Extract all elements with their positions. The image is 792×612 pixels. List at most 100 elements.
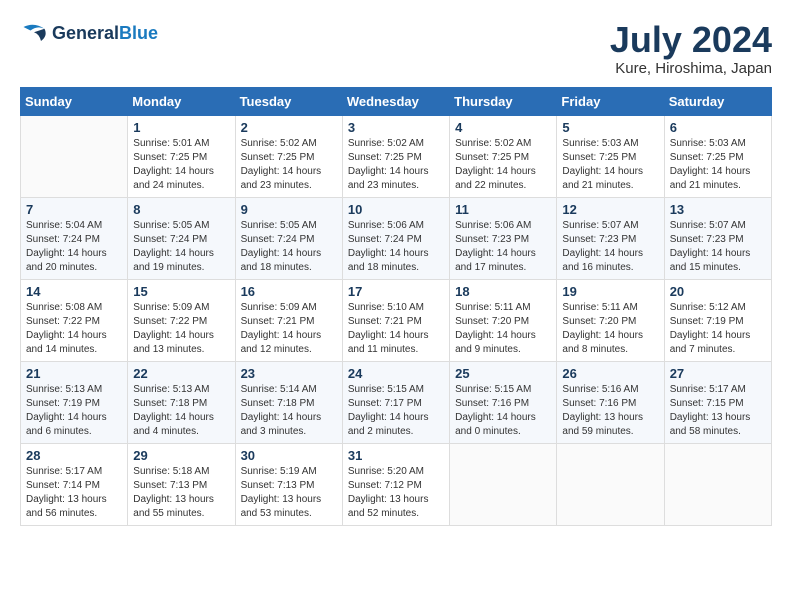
day-info: Sunrise: 5:03 AMSunset: 7:25 PMDaylight:…	[670, 137, 766, 193]
day-number: 31	[348, 448, 444, 463]
header-day-thursday: Thursday	[450, 87, 557, 115]
day-info: Sunrise: 5:01 AMSunset: 7:25 PMDaylight:…	[133, 137, 229, 193]
day-info: Sunrise: 5:11 AMSunset: 7:20 PMDaylight:…	[455, 301, 551, 357]
title-block: July 2024 Kure, Hiroshima, Japan	[610, 20, 772, 77]
header-row: SundayMondayTuesdayWednesdayThursdayFrid…	[21, 87, 772, 115]
day-info: Sunrise: 5:02 AMSunset: 7:25 PMDaylight:…	[455, 137, 551, 193]
day-info: Sunrise: 5:18 AMSunset: 7:13 PMDaylight:…	[133, 465, 229, 521]
day-number: 15	[133, 284, 229, 299]
day-cell: 4 Sunrise: 5:02 AMSunset: 7:25 PMDaylight…	[450, 115, 557, 197]
day-cell: 6 Sunrise: 5:03 AMSunset: 7:25 PMDaylight…	[664, 115, 771, 197]
day-cell	[664, 443, 771, 525]
day-number: 13	[670, 202, 766, 217]
logo: GeneralBlue	[20, 20, 158, 48]
header-day-monday: Monday	[128, 87, 235, 115]
day-number: 6	[670, 120, 766, 135]
day-number: 26	[562, 366, 658, 381]
logo-text: GeneralBlue	[52, 24, 158, 44]
day-number: 25	[455, 366, 551, 381]
day-number: 9	[241, 202, 337, 217]
day-cell: 31 Sunrise: 5:20 AMSunset: 7:12 PMDayligh…	[342, 443, 449, 525]
day-number: 30	[241, 448, 337, 463]
calendar-table: SundayMondayTuesdayWednesdayThursdayFrid…	[20, 87, 772, 526]
day-cell	[557, 443, 664, 525]
day-cell: 12Sunrise: 5:07 AMSunset: 7:23 PMDayligh…	[557, 197, 664, 279]
day-cell: 17Sunrise: 5:10 AMSunset: 7:21 PMDayligh…	[342, 279, 449, 361]
location: Kure, Hiroshima, Japan	[610, 60, 772, 77]
day-info: Sunrise: 5:12 AMSunset: 7:19 PMDaylight:…	[670, 301, 766, 357]
day-info: Sunrise: 5:06 AMSunset: 7:24 PMDaylight:…	[348, 219, 444, 275]
day-cell: 5 Sunrise: 5:03 AMSunset: 7:25 PMDaylight…	[557, 115, 664, 197]
day-number: 22	[133, 366, 229, 381]
day-info: Sunrise: 5:16 AMSunset: 7:16 PMDaylight:…	[562, 383, 658, 439]
header-day-wednesday: Wednesday	[342, 87, 449, 115]
logo-line1: GeneralBlue	[52, 24, 158, 44]
day-cell: 18 Sunrise: 5:11 AMSunset: 7:20 PMDayligh…	[450, 279, 557, 361]
week-row-1: 1Sunrise: 5:01 AMSunset: 7:25 PMDaylight…	[21, 115, 772, 197]
day-info: Sunrise: 5:11 AMSunset: 7:20 PMDaylight:…	[562, 301, 658, 357]
day-number: 5	[562, 120, 658, 135]
day-number: 18	[455, 284, 551, 299]
day-number: 21	[26, 366, 122, 381]
calendar-body: 1Sunrise: 5:01 AMSunset: 7:25 PMDaylight…	[21, 115, 772, 525]
day-info: Sunrise: 5:02 AMSunset: 7:25 PMDaylight:…	[348, 137, 444, 193]
day-number: 19	[562, 284, 658, 299]
week-row-3: 14Sunrise: 5:08 AMSunset: 7:22 PMDayligh…	[21, 279, 772, 361]
day-info: Sunrise: 5:19 AMSunset: 7:13 PMDaylight:…	[241, 465, 337, 521]
day-cell: 27Sunrise: 5:17 AMSunset: 7:15 PMDayligh…	[664, 361, 771, 443]
day-info: Sunrise: 5:09 AMSunset: 7:22 PMDaylight:…	[133, 301, 229, 357]
day-number: 4	[455, 120, 551, 135]
page-header: GeneralBlue July 2024 Kure, Hiroshima, J…	[20, 20, 772, 77]
day-number: 11	[455, 202, 551, 217]
header-day-saturday: Saturday	[664, 87, 771, 115]
day-info: Sunrise: 5:03 AMSunset: 7:25 PMDaylight:…	[562, 137, 658, 193]
logo-icon	[20, 20, 48, 48]
day-info: Sunrise: 5:07 AMSunset: 7:23 PMDaylight:…	[562, 219, 658, 275]
day-number: 7	[26, 202, 122, 217]
day-cell: 30 Sunrise: 5:19 AMSunset: 7:13 PMDayligh…	[235, 443, 342, 525]
day-cell: 15 Sunrise: 5:09 AMSunset: 7:22 PMDayligh…	[128, 279, 235, 361]
day-cell	[450, 443, 557, 525]
day-info: Sunrise: 5:05 AMSunset: 7:24 PMDaylight:…	[241, 219, 337, 275]
day-number: 24	[348, 366, 444, 381]
day-number: 23	[241, 366, 337, 381]
day-cell: 20 Sunrise: 5:12 AMSunset: 7:19 PMDayligh…	[664, 279, 771, 361]
day-cell: 8 Sunrise: 5:05 AMSunset: 7:24 PMDaylight…	[128, 197, 235, 279]
week-row-5: 28 Sunrise: 5:17 AMSunset: 7:14 PMDayligh…	[21, 443, 772, 525]
day-number: 8	[133, 202, 229, 217]
day-number: 28	[26, 448, 122, 463]
day-cell: 29 Sunrise: 5:18 AMSunset: 7:13 PMDayligh…	[128, 443, 235, 525]
day-cell: 14Sunrise: 5:08 AMSunset: 7:22 PMDayligh…	[21, 279, 128, 361]
day-number: 20	[670, 284, 766, 299]
day-cell: 9 Sunrise: 5:05 AMSunset: 7:24 PMDaylight…	[235, 197, 342, 279]
day-info: Sunrise: 5:04 AMSunset: 7:24 PMDaylight:…	[26, 219, 122, 275]
day-info: Sunrise: 5:05 AMSunset: 7:24 PMDaylight:…	[133, 219, 229, 275]
day-info: Sunrise: 5:13 AMSunset: 7:19 PMDaylight:…	[26, 383, 122, 439]
day-cell: 19 Sunrise: 5:11 AMSunset: 7:20 PMDayligh…	[557, 279, 664, 361]
day-info: Sunrise: 5:13 AMSunset: 7:18 PMDaylight:…	[133, 383, 229, 439]
day-cell	[21, 115, 128, 197]
day-info: Sunrise: 5:20 AMSunset: 7:12 PMDaylight:…	[348, 465, 444, 521]
day-info: Sunrise: 5:09 AMSunset: 7:21 PMDaylight:…	[241, 301, 337, 357]
day-cell: 24 Sunrise: 5:15 AMSunset: 7:17 PMDayligh…	[342, 361, 449, 443]
day-number: 10	[348, 202, 444, 217]
day-number: 29	[133, 448, 229, 463]
day-info: Sunrise: 5:17 AMSunset: 7:14 PMDaylight:…	[26, 465, 122, 521]
day-cell: 11 Sunrise: 5:06 AMSunset: 7:23 PMDayligh…	[450, 197, 557, 279]
day-info: Sunrise: 5:06 AMSunset: 7:23 PMDaylight:…	[455, 219, 551, 275]
day-info: Sunrise: 5:17 AMSunset: 7:15 PMDaylight:…	[670, 383, 766, 439]
day-cell: 21 Sunrise: 5:13 AMSunset: 7:19 PMDayligh…	[21, 361, 128, 443]
day-info: Sunrise: 5:07 AMSunset: 7:23 PMDaylight:…	[670, 219, 766, 275]
month-title: July 2024	[610, 20, 772, 60]
day-cell: 13 Sunrise: 5:07 AMSunset: 7:23 PMDayligh…	[664, 197, 771, 279]
header-day-sunday: Sunday	[21, 87, 128, 115]
day-cell: 22 Sunrise: 5:13 AMSunset: 7:18 PMDayligh…	[128, 361, 235, 443]
week-row-4: 21 Sunrise: 5:13 AMSunset: 7:19 PMDayligh…	[21, 361, 772, 443]
day-cell: 23Sunrise: 5:14 AMSunset: 7:18 PMDayligh…	[235, 361, 342, 443]
day-info: Sunrise: 5:02 AMSunset: 7:25 PMDaylight:…	[241, 137, 337, 193]
day-number: 2	[241, 120, 337, 135]
day-info: Sunrise: 5:15 AMSunset: 7:17 PMDaylight:…	[348, 383, 444, 439]
day-info: Sunrise: 5:08 AMSunset: 7:22 PMDaylight:…	[26, 301, 122, 357]
header-day-tuesday: Tuesday	[235, 87, 342, 115]
header-day-friday: Friday	[557, 87, 664, 115]
